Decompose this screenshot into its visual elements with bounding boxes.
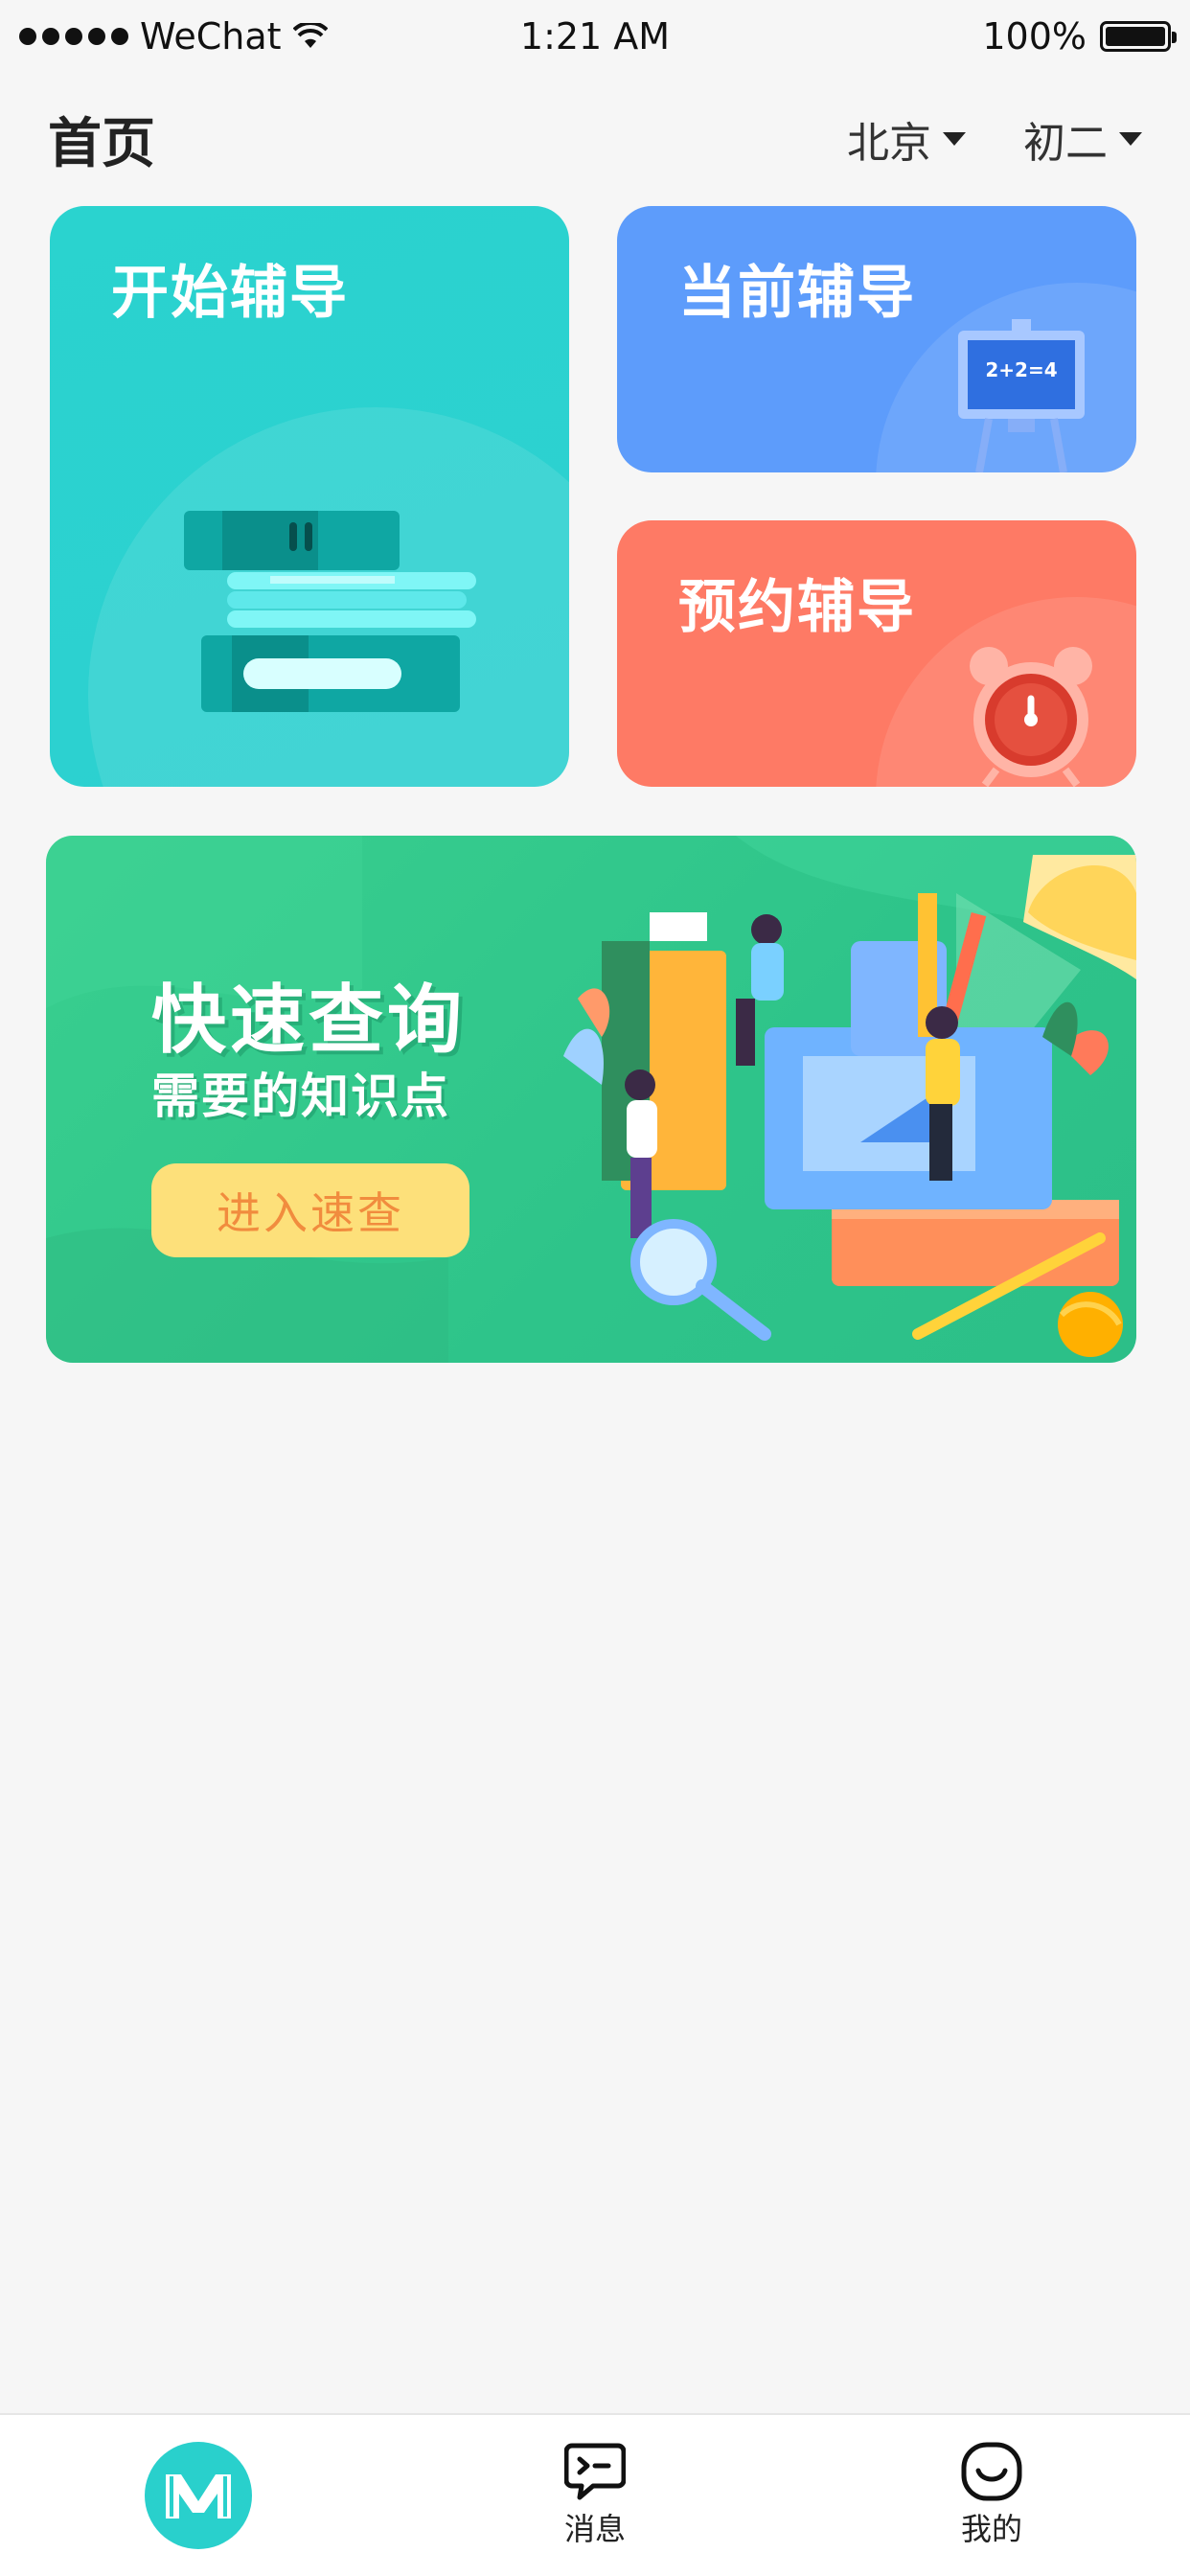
banner-title: 快速查询 <box>151 978 467 1064</box>
signal-dots-icon <box>19 28 128 45</box>
quick-search-banner[interactable]: 快速查询 需要的知识点 进入速查 <box>46 836 1136 1363</box>
tab-messages-label: 消息 <box>563 2511 626 2547</box>
status-right: 100% <box>982 15 1177 58</box>
caret-down-icon <box>1119 132 1142 146</box>
bottom-tab-bar: 消息 我的 <box>0 2413 1190 2576</box>
city-selector[interactable]: 北京 <box>847 108 966 170</box>
grade-label: 初二 <box>1023 119 1108 168</box>
tab-home[interactable] <box>0 2415 397 2576</box>
carrier-label: WeChat <box>140 15 282 58</box>
reserve-tutoring-card[interactable]: 预约辅导 <box>617 520 1136 787</box>
caret-down-icon <box>943 132 966 146</box>
start-tutoring-title: 开始辅导 <box>111 260 349 327</box>
page-header: 首页 北京 初二 <box>0 96 1190 182</box>
start-tutoring-card[interactable]: 开始辅导 <box>50 206 569 787</box>
message-icon <box>564 2443 626 2500</box>
current-tutoring-title: 当前辅导 <box>678 260 916 327</box>
banner-subtitle: 需要的知识点 <box>151 1069 450 1124</box>
wifi-icon <box>292 23 328 48</box>
tab-mine-label: 我的 <box>960 2511 1022 2547</box>
alarm-clock-icon <box>970 647 1092 787</box>
battery-icon <box>1100 21 1177 52</box>
status-left: WeChat <box>19 15 328 58</box>
study-illustration-icon <box>563 855 1136 1357</box>
current-tutoring-card[interactable]: 当前辅导 2+2=4 <box>617 206 1136 472</box>
books-icon <box>184 511 476 712</box>
battery-percent: 100% <box>982 15 1087 58</box>
blackboard-text: 2+2=4 <box>985 358 1057 381</box>
status-bar: WeChat 1:21 AM 100% <box>0 0 1190 73</box>
reserve-tutoring-title: 预约辅导 <box>678 574 916 641</box>
app-logo-icon <box>145 2442 252 2549</box>
enter-quick-search-button[interactable]: 进入速查 <box>151 1163 469 1257</box>
blackboard-icon: 2+2=4 <box>958 319 1085 472</box>
city-label: 北京 <box>847 119 931 168</box>
page-title: 首页 <box>48 112 155 175</box>
grade-selector[interactable]: 初二 <box>1023 108 1142 170</box>
tab-mine[interactable]: 我的 <box>793 2415 1190 2576</box>
tab-messages[interactable]: 消息 <box>397 2415 793 2576</box>
smile-face-icon <box>961 2442 1022 2501</box>
